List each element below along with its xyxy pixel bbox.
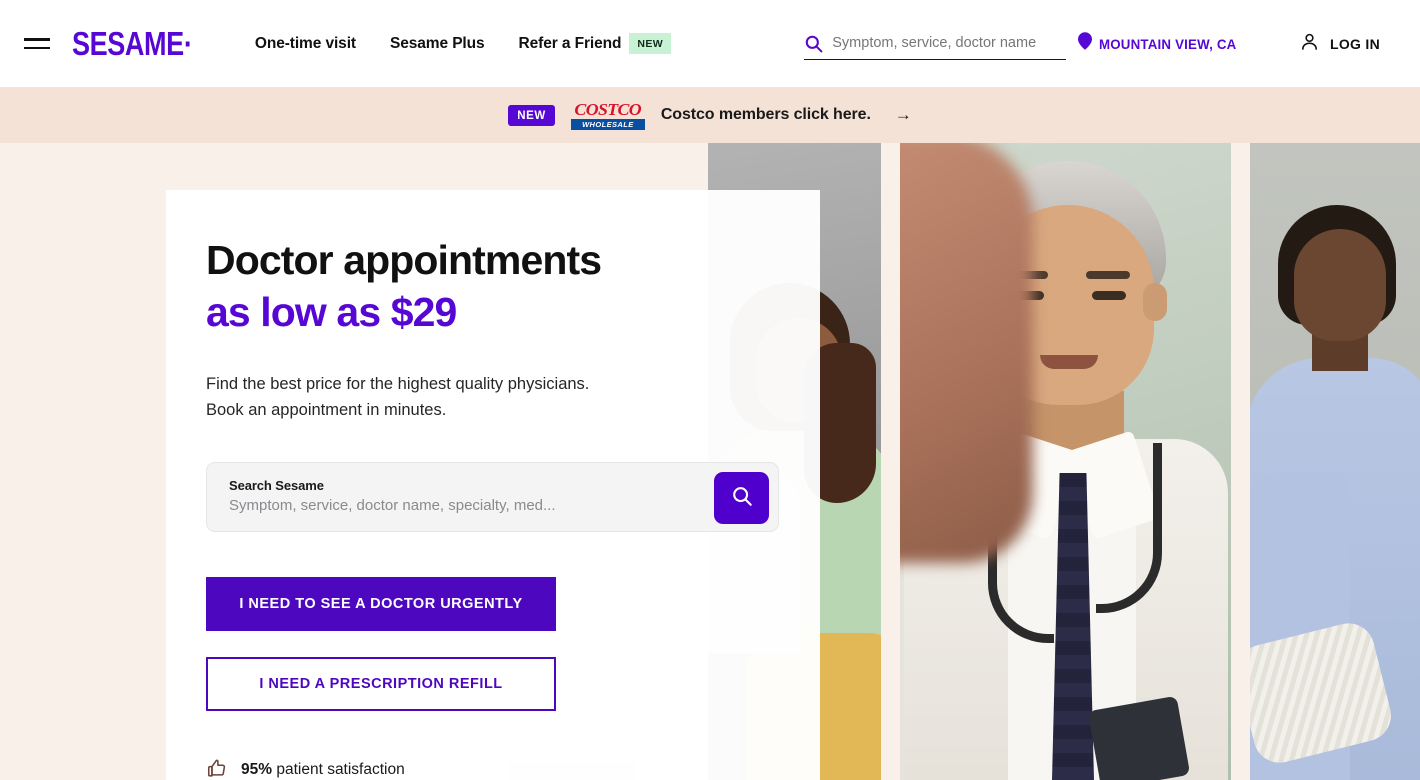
location-selector[interactable]: MOUNTAIN VIEW, CA bbox=[1078, 32, 1244, 55]
headline-line-2: as low as $29 bbox=[206, 288, 457, 335]
nav-item-one-time-visit[interactable]: One-time visit bbox=[255, 35, 356, 53]
location-label: MOUNTAIN VIEW, CA bbox=[1099, 35, 1237, 52]
urgent-doctor-button[interactable]: I NEED TO SEE A DOCTOR URGENTLY bbox=[206, 576, 556, 631]
search-icon bbox=[804, 34, 823, 53]
headline-line-1: Doctor appointments bbox=[206, 237, 602, 283]
hero-search-input[interactable] bbox=[229, 497, 699, 515]
hero-search-fields: Search Sesame bbox=[207, 478, 699, 515]
costco-promo-banner[interactable]: NEW COSTCO WHOLESALE Costco members clic… bbox=[0, 87, 1420, 143]
login-label: LOG IN bbox=[1329, 35, 1380, 52]
primary-nav: One-time visit Sesame Plus Refer a Frien… bbox=[255, 33, 672, 54]
nav-new-badge: NEW bbox=[629, 33, 672, 54]
costco-logo: COSTCO WHOLESALE bbox=[570, 99, 645, 130]
hero-photo-nurse bbox=[1250, 143, 1420, 780]
user-icon bbox=[1300, 32, 1319, 56]
stat-text: 95% patient satisfaction bbox=[241, 761, 405, 779]
prescription-refill-button[interactable]: I NEED A PRESCRIPTION REFILL bbox=[206, 656, 556, 711]
hamburger-line bbox=[24, 38, 50, 41]
hero-search-box[interactable]: Search Sesame bbox=[206, 461, 779, 532]
header-search-input[interactable] bbox=[832, 35, 1067, 51]
logo-text: SESAME bbox=[72, 25, 184, 62]
thumbs-up-icon bbox=[206, 757, 228, 780]
sesame-logo[interactable]: SESAME· bbox=[72, 25, 193, 62]
hero-search-button[interactable] bbox=[714, 471, 769, 524]
stat-value: 95% bbox=[241, 761, 273, 779]
arrow-right-icon: → bbox=[894, 105, 912, 124]
search-icon bbox=[731, 485, 753, 510]
hero-section: Doctor appointments as low as $29 Find t… bbox=[0, 143, 1420, 780]
stat-label: patient satisfaction bbox=[276, 761, 405, 779]
page-root: SESAME· One-time visit Sesame Plus Refer… bbox=[0, 0, 1420, 780]
nav-item-refer-a-friend[interactable]: Refer a Friend bbox=[519, 35, 622, 53]
subcopy-line-2: Book an appointment in minutes. bbox=[206, 401, 447, 420]
promo-new-badge: NEW bbox=[508, 104, 555, 126]
nav-item-sesame-plus[interactable]: Sesame Plus bbox=[390, 35, 485, 53]
promo-text: Costco members click here. bbox=[660, 106, 871, 123]
subcopy-line-1: Find the best price for the highest qual… bbox=[206, 375, 590, 394]
hero-search-label: Search Sesame bbox=[229, 478, 324, 494]
login-button[interactable]: LOG IN bbox=[1300, 32, 1380, 56]
hero-subcopy: Find the best price for the highest qual… bbox=[206, 372, 820, 423]
patient-satisfaction-stat: 95% patient satisfaction bbox=[206, 757, 820, 780]
hero-photo-doctor bbox=[900, 143, 1231, 780]
costco-wholesale-bar: WHOLESALE bbox=[570, 118, 645, 130]
header-right-cluster: MOUNTAIN VIEW, CA LOG IN bbox=[804, 28, 1400, 60]
costco-wordmark: COSTCO bbox=[574, 99, 642, 119]
site-header: SESAME· One-time visit Sesame Plus Refer… bbox=[0, 0, 1420, 87]
hamburger-icon[interactable] bbox=[24, 34, 50, 54]
hero-card: Doctor appointments as low as $29 Find t… bbox=[166, 190, 820, 780]
page-title: Doctor appointments as low as $29 bbox=[206, 235, 820, 338]
header-search[interactable] bbox=[804, 28, 1067, 60]
hamburger-line bbox=[24, 46, 50, 49]
logo-dot: · bbox=[183, 25, 193, 62]
location-pin-icon bbox=[1078, 32, 1093, 55]
